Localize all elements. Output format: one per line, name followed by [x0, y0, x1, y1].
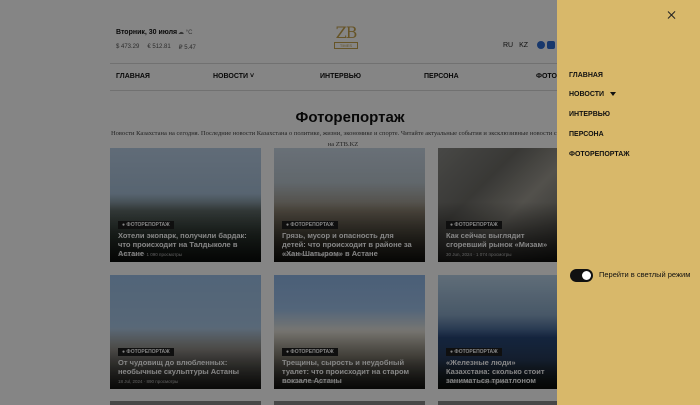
menu-item-news-label: НОВОСТИ — [569, 91, 605, 98]
theme-toggle[interactable] — [570, 269, 593, 282]
theme-toggle-label[interactable]: Перейти в светлый режим — [599, 270, 690, 279]
menu-backdrop[interactable] — [0, 0, 557, 405]
side-menu — [557, 0, 700, 405]
chevron-down-icon[interactable] — [610, 92, 617, 97]
menu-item-news[interactable]: НОВОСТИ — [569, 91, 617, 98]
menu-item-interview[interactable]: ИНТЕРВЬЮ — [569, 111, 610, 118]
menu-item-persona[interactable]: ПЕРСОНА — [569, 131, 604, 138]
menu-item-home[interactable]: ГЛАВНАЯ — [569, 72, 603, 79]
close-icon[interactable] — [666, 10, 678, 22]
menu-item-photoreport[interactable]: ФОТОРЕПОРТАЖ — [569, 151, 630, 158]
toggle-knob — [582, 271, 591, 280]
